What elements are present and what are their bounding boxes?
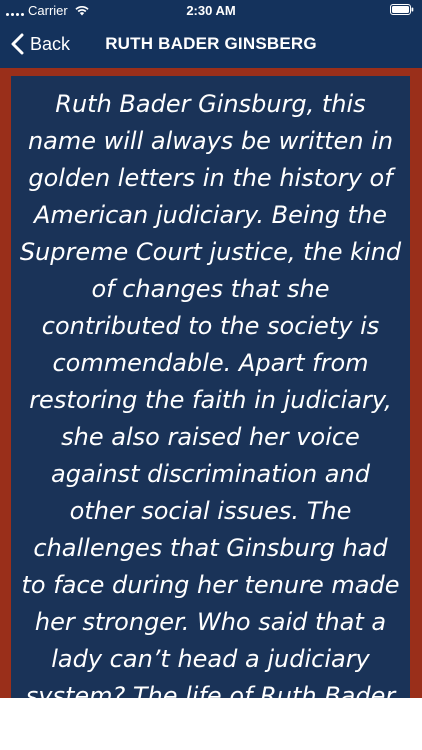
status-time: 2:30 AM (186, 3, 236, 18)
battery-icon (390, 4, 414, 15)
content-frame: Ruth Bader Ginsburg, this name will alwa… (0, 68, 422, 698)
screen: Carrier 2:30 AM Back RUTH BADER GINSBERG… (0, 0, 422, 750)
page-title: RUTH BADER GINSBERG (105, 34, 317, 53)
article-text: Ruth Bader Ginsburg, this name will alwa… (19, 90, 402, 698)
article-scroll-view[interactable]: Ruth Bader Ginsburg, this name will alwa… (11, 76, 410, 698)
navigation-bar: Back RUTH BADER GINSBERG (0, 22, 422, 66)
status-bar: Carrier 2:30 AM (0, 0, 422, 22)
top-bar: Carrier 2:30 AM Back RUTH BADER GINSBERG (0, 0, 422, 68)
